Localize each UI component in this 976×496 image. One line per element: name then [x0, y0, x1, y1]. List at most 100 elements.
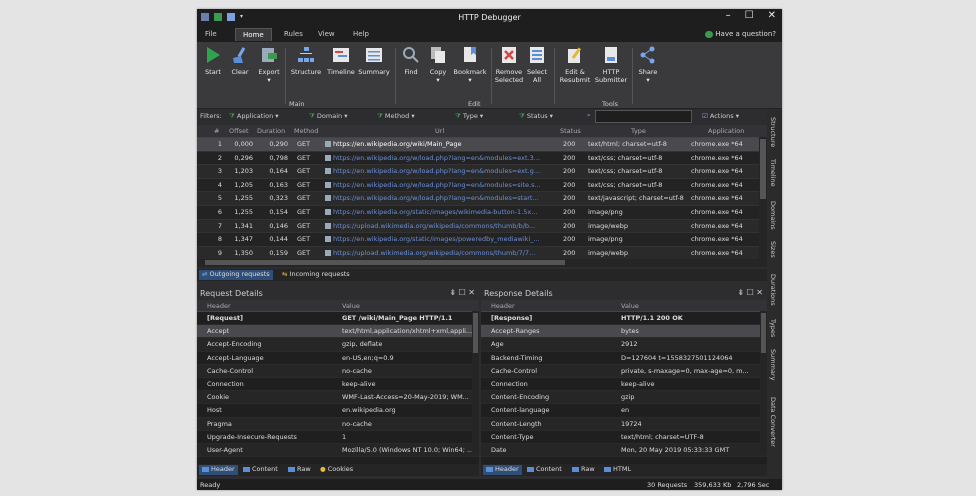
col-application[interactable]: Application [708, 127, 744, 135]
export-button[interactable]: Export ▾ [257, 46, 281, 84]
copy-button[interactable]: Copy ▾ [427, 46, 449, 84]
filter-type[interactable]: ⧩ Type ▾ [455, 112, 483, 121]
find-button[interactable]: Find [400, 46, 422, 76]
edit-resubmit-button[interactable]: Edit & Resubmit [558, 46, 592, 84]
tab-outgoing-requests[interactable]: ⇄ Outgoing requests [199, 270, 273, 280]
share-button[interactable]: Share ▾ [635, 46, 661, 84]
menu-rules[interactable]: Rules [284, 30, 303, 38]
structure-button[interactable]: Structure [289, 46, 323, 76]
table-row[interactable]: 3 1,203 0,164 GET https://en.wikipedia.org/w… [197, 165, 767, 179]
menu-home[interactable]: Home [235, 28, 272, 41]
header-row[interactable]: Age 2912 [481, 338, 767, 352]
tab-raw[interactable]: Raw [569, 465, 598, 475]
maximize-button[interactable]: ☐ [745, 10, 754, 21]
scroll-thumb[interactable] [205, 260, 565, 265]
actions-dropdown[interactable]: ☑ Actions ▾ [702, 112, 739, 120]
header-row[interactable]: Connection keep-alive [197, 377, 479, 392]
table-vertical-scrollbar[interactable] [759, 137, 767, 259]
col-method[interactable]: Method [294, 127, 318, 135]
header-name: Cache-Control [207, 366, 254, 375]
tab-content[interactable]: Content [240, 465, 281, 475]
cell-url: https://upload.wikimedia.org/wikipedia/c… [325, 249, 559, 257]
pane-controls[interactable]: ⇟ ☐ ✕ [737, 288, 763, 297]
scroll-thumb[interactable] [760, 139, 766, 199]
col-duration[interactable]: Duration [257, 127, 285, 135]
table-row[interactable]: 2 0,296 0,798 GET https://en.wikipedia.org/w… [197, 151, 767, 166]
header-row[interactable]: [Response] HTTP/1.1 200 OK [481, 312, 767, 326]
start-button[interactable]: Start [203, 46, 223, 76]
header-row[interactable]: Content-Type text/html; charset=UTF-8 [481, 430, 767, 444]
header-row[interactable]: Cookie WMF-Last-Access=20-May-2019; WM... [197, 391, 479, 405]
header-row[interactable]: Accept-Language en-US,en;q=0.9 [197, 351, 479, 365]
side-tab-summary[interactable]: Summary [769, 349, 777, 380]
table-row[interactable]: 1 0,000 0,290 GET https://en.wikipedia.org/w… [197, 138, 767, 152]
tab-cookies[interactable]: ● Cookies [317, 465, 356, 475]
table-row[interactable]: 5 1,255 0,323 GET https://en.wikipedia.org/w… [197, 192, 767, 206]
menu-file[interactable]: File [205, 30, 217, 38]
help-link[interactable]: Have a question? [705, 30, 776, 38]
tab-header[interactable]: Header [483, 465, 522, 475]
col-number[interactable]: # [214, 127, 219, 135]
header-row[interactable]: User-Agent Mozilla/5.0 (Windows NT 10.0; … [197, 443, 479, 458]
summary-button[interactable]: Summary [357, 46, 391, 76]
tab-content[interactable]: Content [524, 465, 565, 475]
header-row[interactable]: Cache-Control no-cache [197, 364, 479, 378]
side-tab-domains[interactable]: Domains [769, 201, 777, 230]
header-row[interactable]: [Request] GET /wiki/Main_Page HTTP/1.1 [197, 312, 479, 326]
col-type[interactable]: Type [631, 127, 646, 135]
header-row[interactable]: Content-Length 19724 [481, 417, 767, 431]
col-status[interactable]: Status [560, 127, 581, 135]
header-row[interactable]: Connection keep-alive [481, 377, 767, 392]
select-all-button[interactable]: Select All [525, 46, 549, 84]
header-row[interactable]: Accept-Encoding gzip, deflate [197, 338, 479, 352]
tab-header[interactable]: Header [199, 465, 238, 475]
side-tab-data-converter[interactable]: Data Converter [769, 397, 777, 447]
minimize-button[interactable]: – [726, 10, 731, 21]
table-row[interactable]: 6 1,255 0,154 GET https://en.wikipedia.org/s… [197, 205, 767, 220]
header-row[interactable]: Content-language en [481, 404, 767, 418]
header-row[interactable]: Accept-Ranges bytes [481, 325, 767, 339]
header-row[interactable]: Cache-Control private, s-maxage=0, max-ag… [481, 364, 767, 378]
scroll-thumb[interactable] [761, 313, 766, 353]
pane-controls[interactable]: ⇟ ☐ ✕ [449, 288, 475, 297]
close-button[interactable]: ✕ [768, 10, 776, 21]
col-offset[interactable]: Offset [229, 127, 249, 135]
side-tab-types[interactable]: Types [769, 319, 777, 337]
search-input[interactable]: ⌕ [587, 110, 692, 123]
filter-domain[interactable]: ⧩ Domain ▾ [309, 112, 347, 121]
clear-button[interactable]: Clear [230, 46, 250, 76]
tab-raw[interactable]: Raw [285, 465, 314, 475]
header-row[interactable]: Backend-Timing D=127604 t=155832750112406… [481, 351, 767, 365]
header-row[interactable]: Upgrade-Insecure-Requests 1 [197, 430, 479, 444]
menu-help[interactable]: Help [353, 30, 369, 38]
submitter-icon [605, 47, 617, 63]
side-tab-sizes[interactable]: Sizes [769, 241, 777, 258]
side-tab-durations[interactable]: Durations [769, 274, 777, 306]
bookmark-button[interactable]: Bookmark ▾ [452, 46, 488, 84]
col-url[interactable]: Url [435, 127, 444, 135]
side-tab-structure[interactable]: Structure [769, 117, 777, 147]
tab-html[interactable]: HTML [601, 465, 634, 475]
table-horizontal-scrollbar[interactable] [197, 259, 767, 267]
table-row[interactable]: 7 1,341 0,146 GET https://upload.wikimedia.o… [197, 219, 767, 234]
menu-view[interactable]: View [318, 30, 335, 38]
http-submitter-button[interactable]: HTTP Submitter [594, 46, 628, 84]
filter-application[interactable]: ⧩ Application ▾ [229, 112, 279, 121]
header-row[interactable]: Accept text/html,application/xhtml+xml,ap… [197, 325, 479, 339]
filter-method[interactable]: ⧩ Method ▾ [377, 112, 415, 121]
header-row[interactable]: Date Mon, 20 May 2019 05:33:33 GMT [481, 443, 767, 458]
header-row[interactable]: Pragma no-cache [197, 417, 479, 431]
remove-selected-button[interactable]: Remove Selected [494, 46, 524, 84]
scroll-thumb[interactable] [473, 313, 478, 353]
header-row[interactable]: Host en.wikipedia.org [197, 404, 479, 418]
side-tab-timeline[interactable]: Timeline [769, 159, 777, 187]
pane-scrollbar[interactable] [472, 311, 479, 451]
timeline-button[interactable]: Timeline [325, 46, 357, 76]
header-name: Host [207, 406, 222, 415]
table-row[interactable]: 4 1,205 0,163 GET https://en.wikipedia.org/w… [197, 178, 767, 193]
table-row[interactable]: 8 1,347 0,144 GET https://en.wikipedia.org/s… [197, 233, 767, 247]
pane-scrollbar[interactable] [760, 311, 767, 451]
tab-incoming-requests[interactable]: ⇆ Incoming requests [279, 270, 353, 280]
header-row[interactable]: Content-Encoding gzip [481, 391, 767, 405]
filter-status[interactable]: ⧩ Status ▾ [519, 112, 553, 121]
